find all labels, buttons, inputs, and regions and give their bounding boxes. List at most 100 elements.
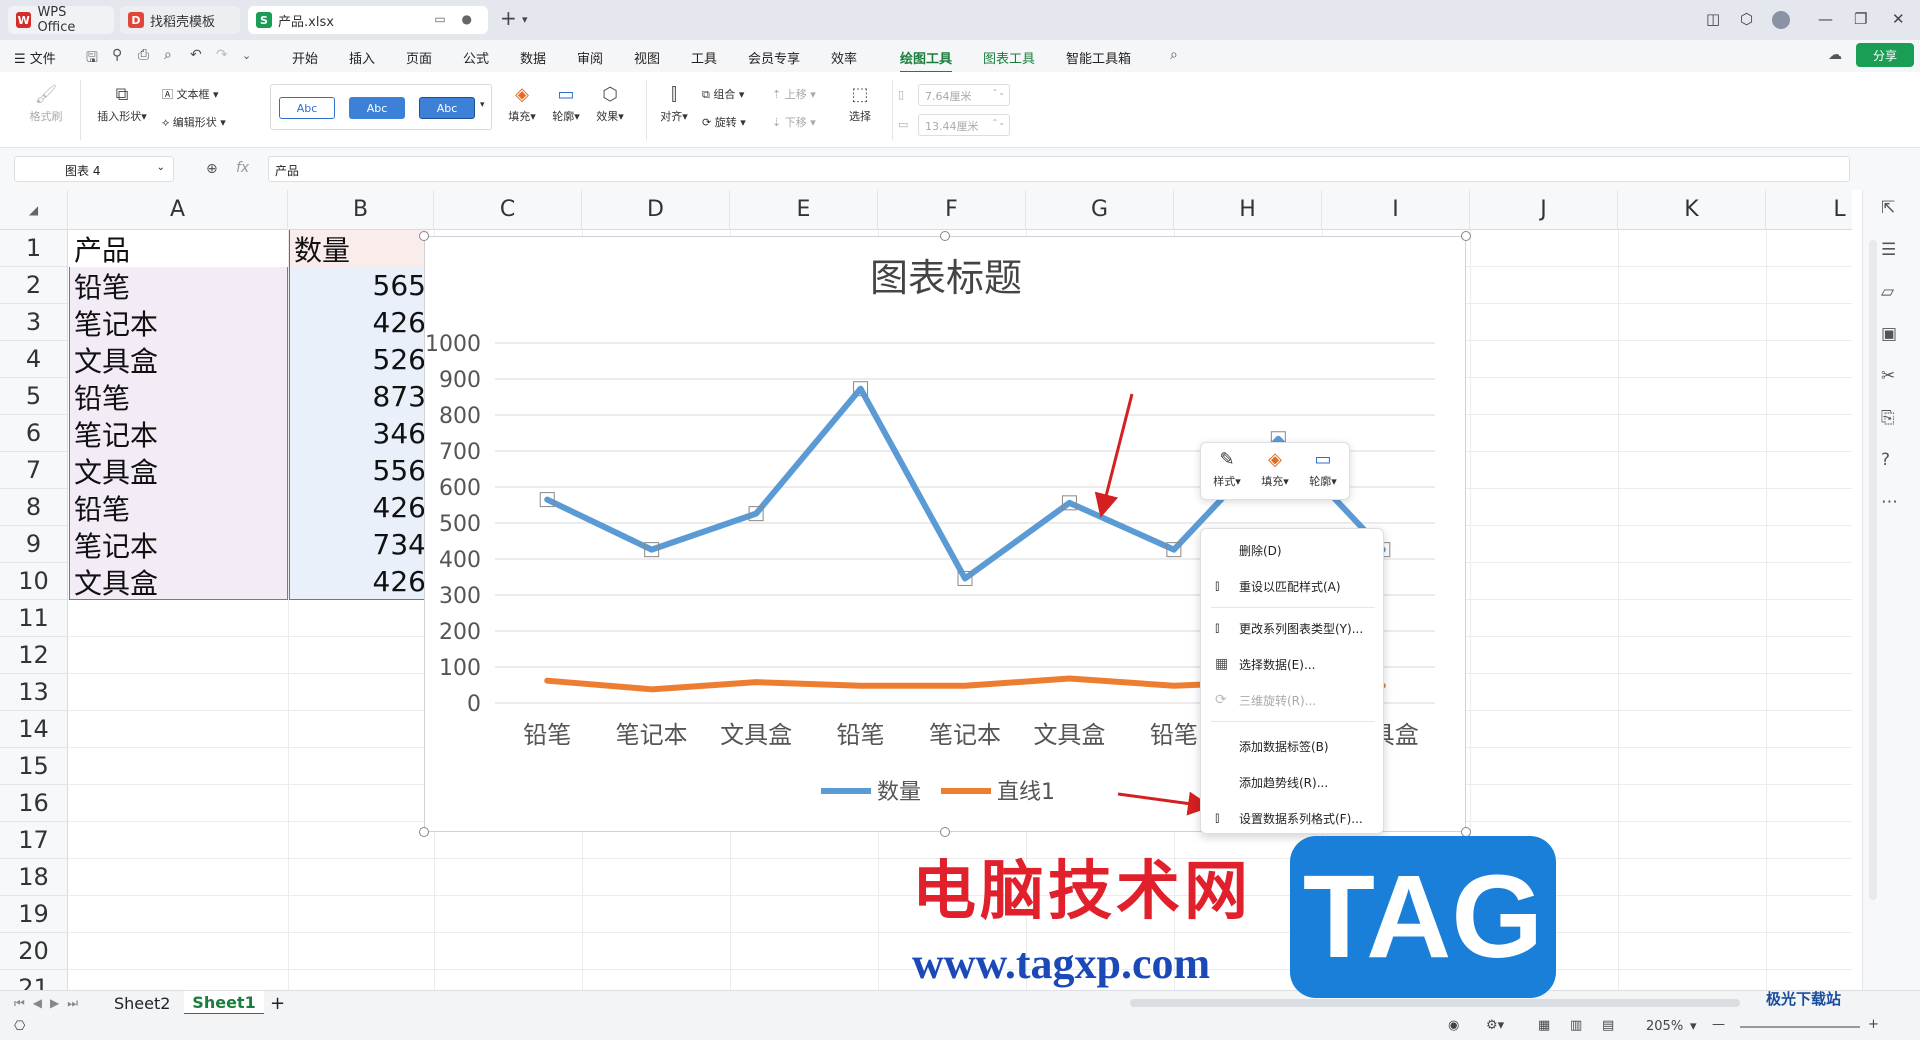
rotate-button[interactable]: ⟳ 旋转 ▾	[702, 114, 764, 130]
macro-icon[interactable]: ⎔	[14, 1019, 25, 1034]
column-header-g[interactable]: G	[1026, 190, 1174, 230]
zoom-level[interactable]: 205%	[1646, 1019, 1683, 1034]
menu-item-reset-style[interactable]: ⫾ 重设以匹配样式(A)	[1201, 571, 1385, 601]
row-header-16[interactable]: 16	[0, 785, 68, 822]
row-header-3[interactable]: 3	[0, 304, 68, 341]
restore-icon[interactable]: ❐	[1854, 10, 1867, 28]
resize-handle-bl[interactable]	[419, 827, 429, 837]
edit-shape-button[interactable]: ⟡ 编辑形状 ▾	[162, 114, 246, 130]
cell-b8[interactable]: 426	[290, 489, 426, 526]
row-header-20[interactable]: 20	[0, 933, 68, 970]
cell-a5[interactable]: 铅笔	[70, 378, 288, 415]
cell-a6[interactable]: 笔记本	[70, 415, 288, 452]
legend-series1-label[interactable]: 数量	[877, 780, 921, 805]
more-icon[interactable]: ⋯	[1881, 492, 1898, 512]
menu-page[interactable]: 页面	[406, 48, 432, 67]
chevron-down-icon[interactable]: ⌄	[157, 162, 165, 173]
sheet-tab-sheet2[interactable]: Sheet2	[114, 991, 170, 1015]
tab-template[interactable]: D 找稻壳模板	[120, 6, 240, 34]
row-header-1[interactable]: 1	[0, 230, 68, 267]
vertical-scrollbar[interactable]	[1869, 240, 1877, 900]
menu-smart-toolbox[interactable]: 智能工具箱	[1066, 48, 1131, 67]
cursor-icon[interactable]: ⇱	[1881, 198, 1895, 218]
column-header-e[interactable]: E	[730, 190, 878, 230]
menu-drawing-tools[interactable]: 绘图工具	[900, 48, 953, 73]
zoom-search-icon[interactable]: ⊕	[206, 161, 218, 177]
menu-start[interactable]: 开始	[292, 48, 318, 67]
format-painter-button[interactable]: 🖌 格式刷	[26, 84, 66, 124]
row-header-21[interactable]: 21	[0, 970, 68, 990]
menu-item-format-data-series[interactable]: ⫾ 设置数据系列格式(F)...	[1201, 803, 1385, 833]
cell-a4[interactable]: 文具盒	[70, 341, 288, 378]
menu-item-select-data[interactable]: ▦ 选择数据(E)...	[1201, 649, 1385, 679]
cloud-icon[interactable]: ☁	[1828, 47, 1842, 63]
group-button[interactable]: ⧉ 组合 ▾	[702, 86, 764, 102]
resize-handle-b[interactable]	[940, 827, 950, 837]
fill-button[interactable]: ◈ 填充▾	[502, 84, 542, 124]
effect-button[interactable]: ⬡ 效果▾	[590, 84, 630, 124]
send-down-button[interactable]: ⇣ 下移 ▾	[772, 114, 832, 130]
insert-shape-button[interactable]: ⧉ 插入形状▾	[90, 84, 154, 124]
normal-view-icon[interactable]: ▦	[1538, 1018, 1550, 1033]
menu-efficiency[interactable]: 效率	[831, 48, 857, 67]
comment-icon[interactable]: ▱	[1881, 282, 1894, 302]
sheet-nav-arrows[interactable]: ⏮◀▶⏭	[14, 991, 86, 1015]
menu-formula[interactable]: 公式	[463, 48, 489, 67]
resize-handle-tr[interactable]	[1461, 231, 1471, 241]
menu-review[interactable]: 审阅	[577, 48, 603, 67]
row-header-13[interactable]: 13	[0, 674, 68, 711]
shape-height-field[interactable]: 7.64厘米 ⌃⌄	[918, 84, 1010, 106]
column-header-l[interactable]: L	[1766, 190, 1852, 230]
fx-icon[interactable]: fx	[236, 160, 249, 176]
cell-a8[interactable]: 铅笔	[70, 489, 288, 526]
chevron-down-icon[interactable]: ▾	[1690, 1019, 1697, 1034]
preview-icon[interactable]: ⌕	[164, 47, 172, 63]
column-header-c[interactable]: C	[434, 190, 582, 230]
column-header-j[interactable]: J	[1470, 190, 1618, 230]
add-sheet-button[interactable]: +	[270, 991, 285, 1015]
file-menu[interactable]: ☰ 文件	[14, 48, 56, 67]
cell-b7[interactable]: 556	[290, 452, 426, 489]
cell-a3[interactable]: 笔记本	[70, 304, 288, 341]
cell-a9[interactable]: 笔记本	[70, 526, 288, 563]
eye-protection-icon[interactable]: ◉	[1448, 1018, 1459, 1033]
style-filled-sample[interactable]: Abc	[349, 97, 405, 119]
tab-wps-office[interactable]: W WPS Office	[8, 5, 114, 35]
zoom-slider[interactable]	[1740, 1026, 1860, 1028]
cell-a7[interactable]: 文具盒	[70, 452, 288, 489]
settings-icon[interactable]: ⚙▾	[1486, 1018, 1504, 1033]
row-header-15[interactable]: 15	[0, 748, 68, 785]
bring-up-button[interactable]: ⇡ 上移 ▾	[772, 86, 832, 102]
row-header-9[interactable]: 9	[0, 526, 68, 563]
menu-insert[interactable]: 插入	[349, 48, 375, 67]
cell-b3[interactable]: 426	[290, 304, 426, 341]
menu-item-change-chart-type[interactable]: ⫾ 更改系列图表类型(Y)...	[1201, 613, 1385, 643]
select-button[interactable]: ⬚ 选择	[842, 84, 878, 124]
row-header-18[interactable]: 18	[0, 859, 68, 896]
cell-a10[interactable]: 文具盒	[70, 563, 288, 600]
row-header-14[interactable]: 14	[0, 711, 68, 748]
layout-view-icon[interactable]: ▤	[1602, 1018, 1614, 1033]
tab-status-icons[interactable]: ▭ ●	[434, 12, 478, 26]
cell-b6[interactable]: 346	[290, 415, 426, 452]
gallery-expand-icon[interactable]: ▾	[480, 100, 485, 110]
column-header-a[interactable]: A	[68, 190, 288, 230]
row-header-10[interactable]: 10	[0, 563, 68, 600]
cell-b1[interactable]: 数量	[290, 230, 430, 267]
image-edit-icon[interactable]: ▣	[1881, 324, 1897, 344]
zoom-in-button[interactable]: +	[1868, 1017, 1879, 1032]
zoom-out-button[interactable]: —	[1712, 1017, 1725, 1032]
row-header-6[interactable]: 6	[0, 415, 68, 452]
horizontal-scrollbar[interactable]	[1130, 999, 1740, 1007]
menu-tools[interactable]: 工具	[691, 48, 717, 67]
close-icon[interactable]: ✕	[1892, 10, 1905, 28]
column-header-f[interactable]: F	[878, 190, 1026, 230]
avatar[interactable]	[1772, 11, 1790, 29]
formula-input[interactable]: 产品	[268, 156, 1850, 182]
undo-icon[interactable]: ↶	[190, 47, 202, 63]
row-header-19[interactable]: 19	[0, 896, 68, 933]
menu-item-3d-rotation[interactable]: ⟳ 三维旋转(R)...	[1201, 685, 1385, 715]
tab-product-xlsx[interactable]: S 产品.xlsx ▭ ●	[248, 6, 488, 34]
layout-icon[interactable]: ◫	[1706, 10, 1720, 28]
textbox-button[interactable]: 🄰 文本框 ▾	[162, 86, 238, 102]
